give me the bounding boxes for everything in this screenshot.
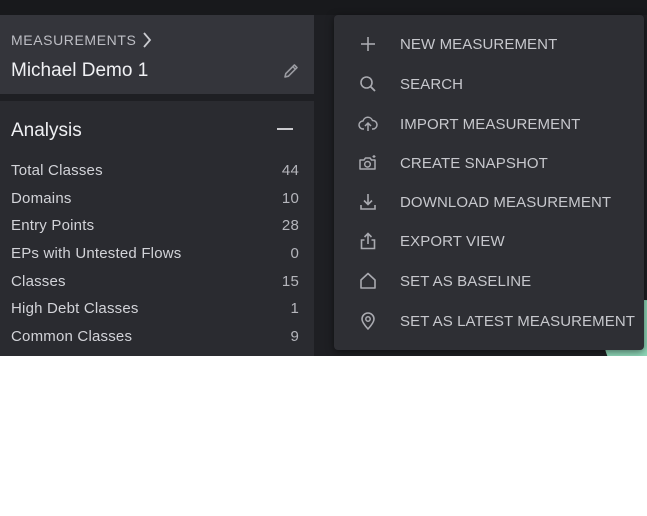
share-icon xyxy=(360,232,376,250)
stat-row-high-debt-classes[interactable]: High Debt Classes 1 xyxy=(11,295,299,323)
breadcrumb[interactable]: MEASUREMENTS xyxy=(11,32,152,48)
plus-icon xyxy=(361,37,375,51)
measurement-header: MEASUREMENTS Michael Demo 1 xyxy=(0,15,314,94)
stat-value: 44 xyxy=(281,162,299,180)
chevron-right-icon xyxy=(143,32,152,48)
pencil-icon[interactable] xyxy=(282,62,300,80)
stat-label: Classes xyxy=(11,272,66,290)
stat-label: Domains xyxy=(11,189,72,207)
menu-item-label: DOWNLOAD MEASUREMENT xyxy=(400,193,612,211)
location-pin-icon xyxy=(361,312,375,330)
stat-label: Common Classes xyxy=(11,327,133,345)
camera-icon xyxy=(359,155,376,170)
stat-value: 1 xyxy=(290,300,299,318)
stat-label: Entry Points xyxy=(11,217,95,235)
stat-row-common-classes[interactable]: Common Classes 9 xyxy=(11,323,299,351)
cloud-upload-icon xyxy=(358,116,378,131)
menu-item-label: SEARCH xyxy=(400,75,464,93)
stat-label: Total Classes xyxy=(11,162,103,180)
stat-value: 0 xyxy=(290,245,299,263)
sidebar-separator xyxy=(314,15,319,356)
menu-item-create-snapshot[interactable]: CREATE SNAPSHOT xyxy=(334,146,644,180)
top-strip xyxy=(0,0,647,15)
stat-row-entry-points[interactable]: Entry Points 28 xyxy=(11,212,299,240)
menu-item-label: EXPORT VIEW xyxy=(400,232,505,250)
menu-item-label: IMPORT MEASUREMENT xyxy=(400,115,581,133)
collapse-minus-icon[interactable] xyxy=(276,120,294,138)
analysis-title: Analysis xyxy=(11,120,82,141)
menu-item-import-measurement[interactable]: IMPORT MEASUREMENT xyxy=(334,107,644,141)
menu-item-new-measurement[interactable]: NEW MEASUREMENT xyxy=(334,27,644,61)
menu-item-search[interactable]: SEARCH xyxy=(334,67,644,101)
stat-label: High Debt Classes xyxy=(11,300,139,318)
breadcrumb-label[interactable]: MEASUREMENTS xyxy=(11,32,136,48)
stat-label: EPs with Untested Flows xyxy=(11,245,182,263)
stat-value: 9 xyxy=(290,327,299,345)
actions-menu: NEW MEASUREMENT SEARCH IMPORT MEASUREMEN… xyxy=(334,15,644,350)
stat-row-classes[interactable]: Classes 15 xyxy=(11,267,299,295)
menu-item-set-as-latest-measurement[interactable]: SET AS LATEST MEASUREMENT xyxy=(334,304,644,338)
app-window: MEASUREMENTS Michael Demo 1 Analysis Tot… xyxy=(0,0,647,356)
stat-value: 10 xyxy=(281,189,299,207)
stat-value: 28 xyxy=(281,217,299,235)
stat-row-total-classes[interactable]: Total Classes 44 xyxy=(11,157,299,185)
download-icon xyxy=(360,194,376,210)
menu-item-label: NEW MEASUREMENT xyxy=(400,35,558,53)
measurement-name: Michael Demo 1 xyxy=(11,60,149,81)
home-icon xyxy=(360,272,376,289)
menu-item-download-measurement[interactable]: DOWNLOAD MEASUREMENT xyxy=(334,185,644,219)
stat-row-eps-untested-flows[interactable]: EPs with Untested Flows 0 xyxy=(11,240,299,268)
analysis-stats: Total Classes 44 Domains 10 Entry Points… xyxy=(11,157,299,350)
menu-item-set-as-baseline[interactable]: SET AS BASELINE xyxy=(334,264,644,298)
stat-row-domains[interactable]: Domains 10 xyxy=(11,185,299,213)
menu-item-export-view[interactable]: EXPORT VIEW xyxy=(334,224,644,258)
header-divider xyxy=(0,94,314,101)
stat-value: 15 xyxy=(281,272,299,290)
menu-item-label: SET AS BASELINE xyxy=(400,272,532,290)
search-icon xyxy=(360,76,376,92)
menu-item-label: SET AS LATEST MEASUREMENT xyxy=(400,312,636,330)
menu-item-label: CREATE SNAPSHOT xyxy=(400,154,548,172)
